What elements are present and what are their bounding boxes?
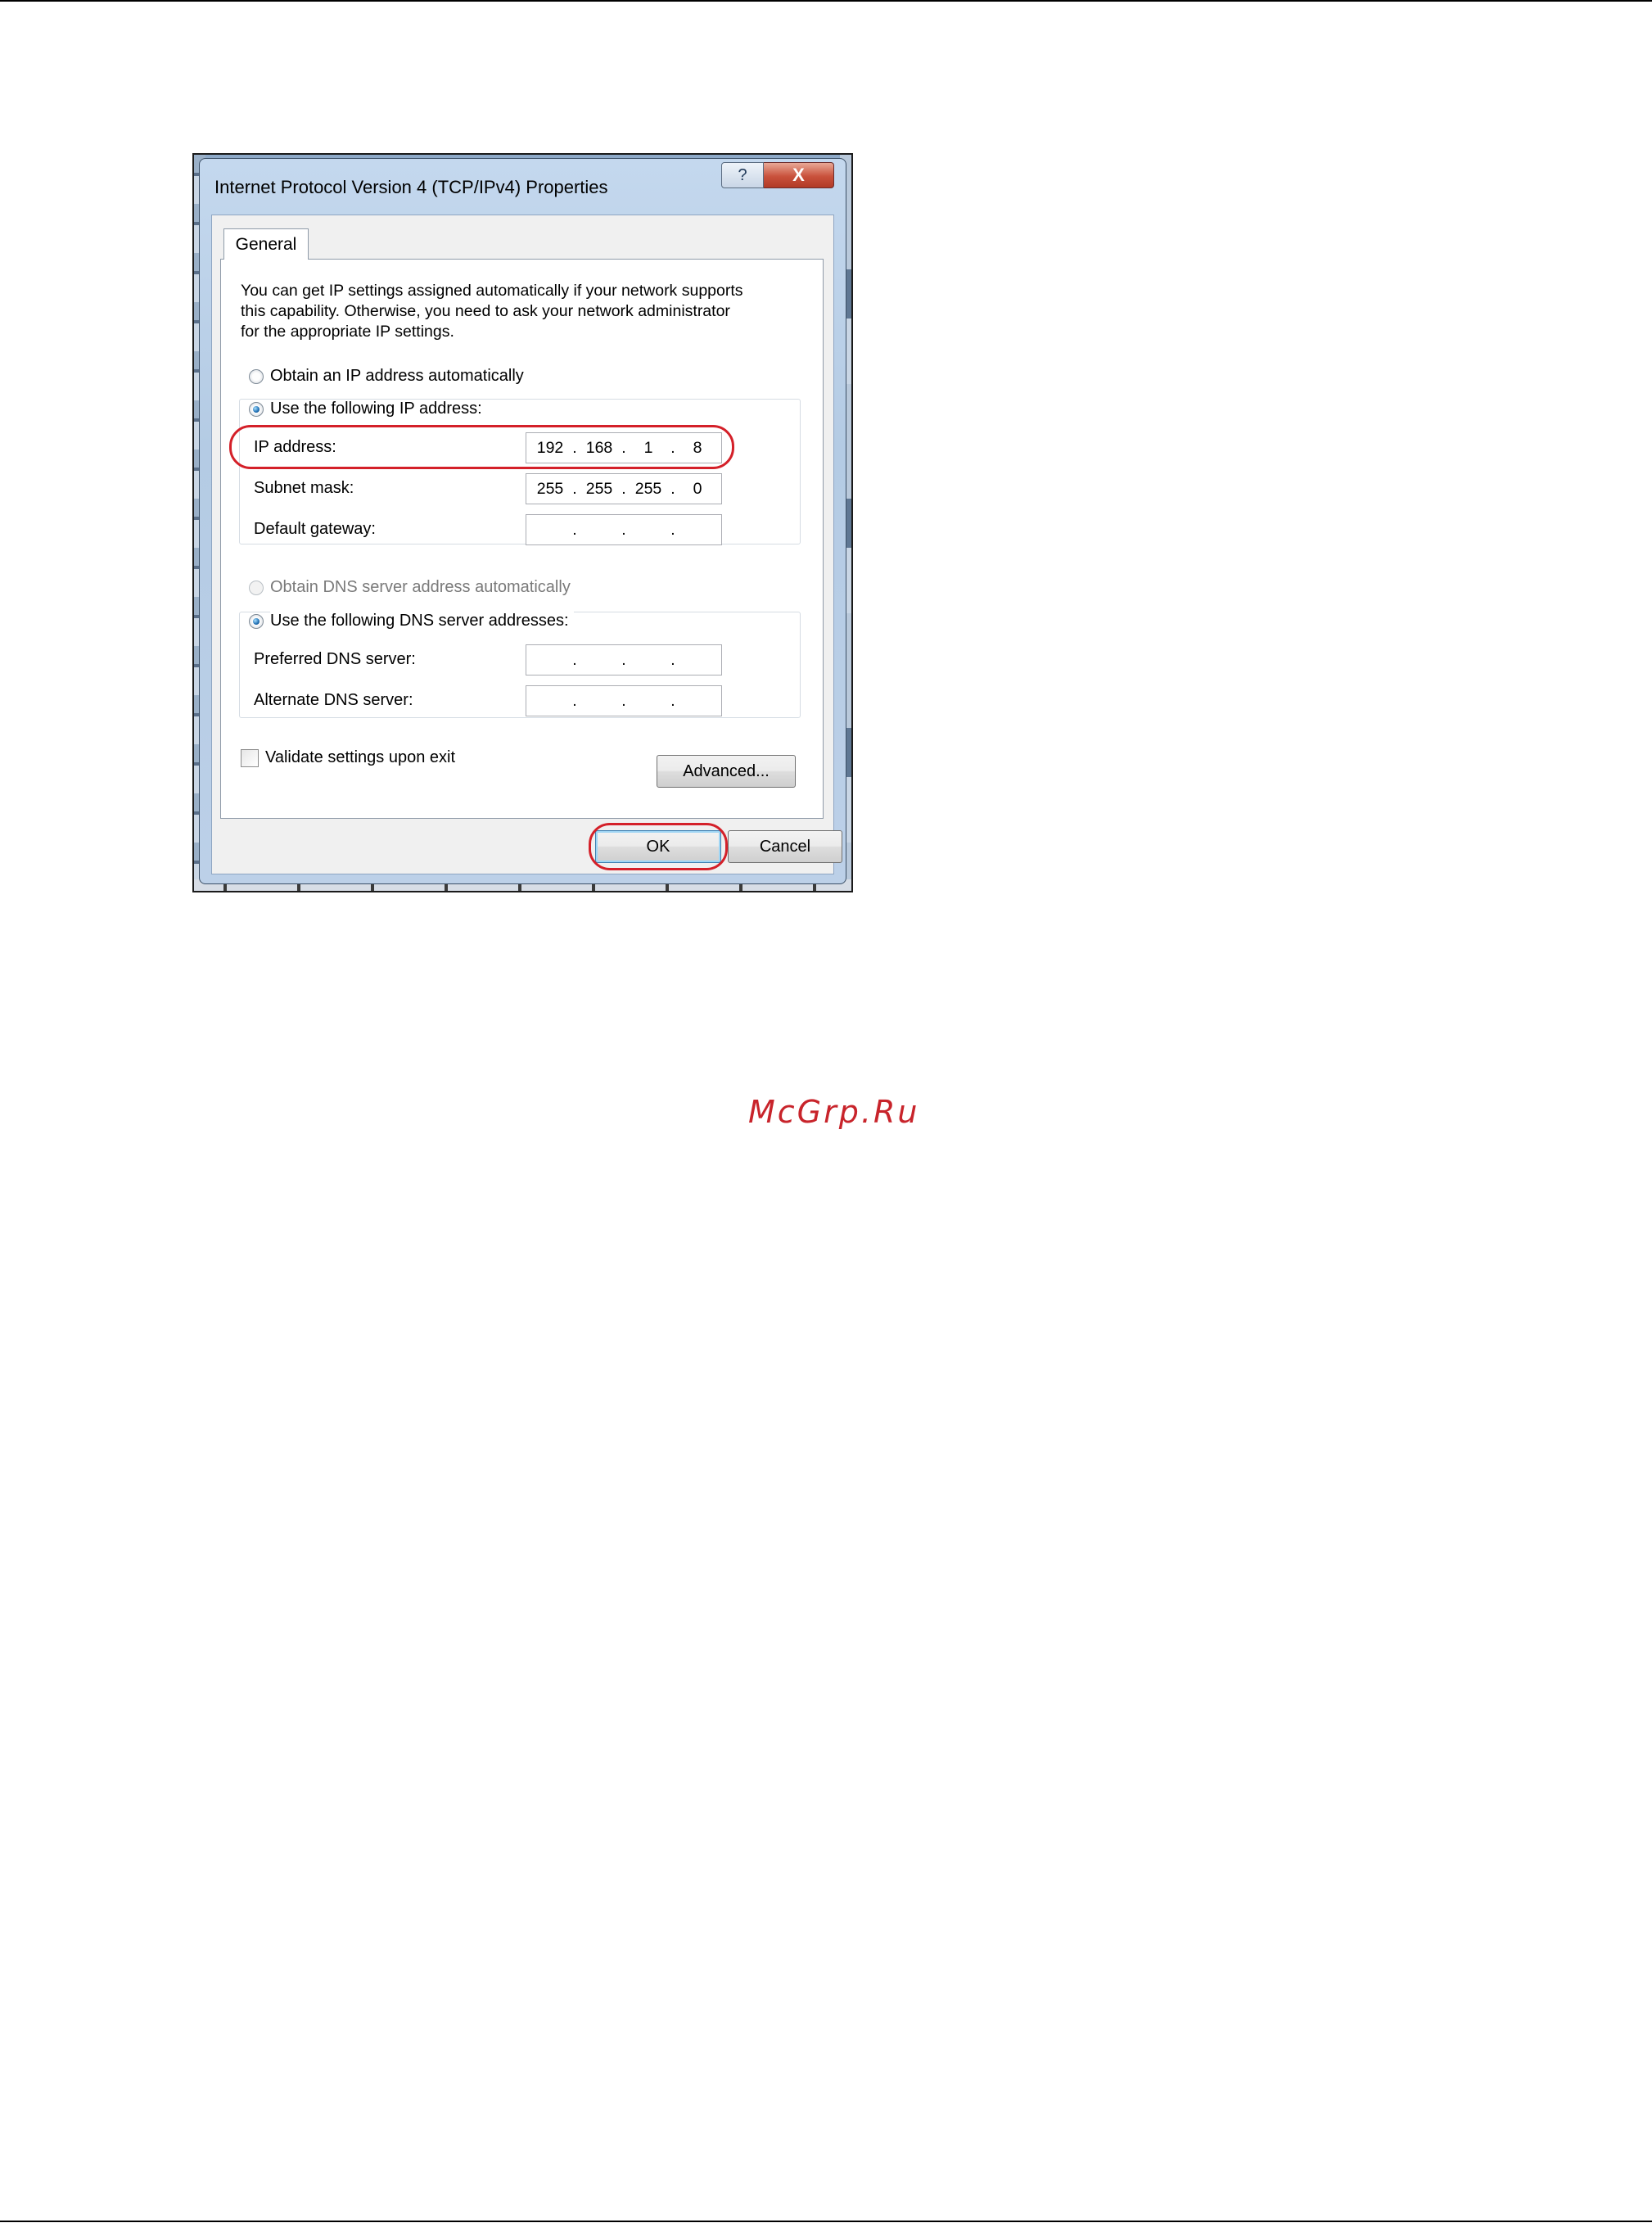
subnet-octet-1: 255 <box>536 479 564 498</box>
ip-octet-2: 168 <box>585 438 613 457</box>
preferred-dns-field[interactable]: . . . <box>526 644 722 675</box>
ip-address-label: IP address: <box>254 438 336 456</box>
dns-dot: . <box>572 650 577 669</box>
ip-manual-radio[interactable] <box>249 402 264 417</box>
dns-dot: . <box>621 691 626 710</box>
ip-auto-label[interactable]: Obtain an IP address automatically <box>270 367 524 386</box>
ip-manual-label[interactable]: Use the following IP address: <box>270 400 487 418</box>
ip-octet-1: 192 <box>536 438 564 457</box>
dns-dot: . <box>572 691 577 710</box>
dns-auto-radio[interactable] <box>249 581 264 595</box>
subnet-dot: . <box>621 479 626 498</box>
watermark-text: McGrp.Ru <box>748 1094 920 1130</box>
alternate-dns-label: Alternate DNS server: <box>254 691 413 709</box>
bottom-rule <box>0 2221 1652 2222</box>
dns-auto-label[interactable]: Obtain DNS server address automatically <box>270 578 571 597</box>
ip-octet-3: 1 <box>643 438 653 457</box>
validate-checkbox[interactable] <box>241 749 259 767</box>
close-icon[interactable]: X <box>764 162 834 188</box>
gateway-dot: . <box>621 520 626 539</box>
general-panel: You can get IP settings assigned automat… <box>220 259 824 819</box>
ip-octet-4: 8 <box>693 438 702 457</box>
default-gateway-field[interactable]: . . . <box>526 514 722 545</box>
subnet-mask-field[interactable]: 255 . 255 . 255 . 0 <box>526 473 722 504</box>
ip-dot: . <box>670 438 675 457</box>
dns-dot: . <box>621 650 626 669</box>
caption-buttons: ? X <box>721 162 834 188</box>
ip-auto-radio[interactable] <box>249 369 264 384</box>
validate-label[interactable]: Validate settings upon exit <box>265 748 455 767</box>
cancel-button[interactable]: Cancel <box>728 830 842 863</box>
dns-dot: . <box>670 691 675 710</box>
ip-dot: . <box>621 438 626 457</box>
dialog-title: Internet Protocol Version 4 (TCP/IPv4) P… <box>214 177 608 197</box>
preferred-dns-label: Preferred DNS server: <box>254 650 416 668</box>
screenshot-frame: Internet Protocol Version 4 (TCP/IPv4) P… <box>192 153 853 892</box>
dns-dot: . <box>670 650 675 669</box>
ip-address-field[interactable]: 192 . 168 . 1 . 8 <box>526 432 722 463</box>
subnet-octet-4: 0 <box>693 479 702 498</box>
alternate-dns-field[interactable]: . . . <box>526 685 722 716</box>
dns-manual-label[interactable]: Use the following DNS server addresses: <box>270 612 574 630</box>
default-gateway-label: Default gateway: <box>254 520 376 538</box>
tcpip-properties-dialog: Internet Protocol Version 4 (TCP/IPv4) P… <box>199 158 846 884</box>
ip-dot: . <box>572 438 577 457</box>
description-text: You can get IP settings assigned automat… <box>241 282 743 341</box>
subnet-mask-label: Subnet mask: <box>254 479 354 497</box>
ok-button[interactable]: OK <box>595 830 721 863</box>
dns-manual-radio[interactable] <box>249 614 264 629</box>
subnet-octet-2: 255 <box>585 479 613 498</box>
subnet-dot: . <box>572 479 577 498</box>
help-icon[interactable]: ? <box>721 162 764 188</box>
gateway-dot: . <box>572 520 577 539</box>
subnet-octet-3: 255 <box>634 479 662 498</box>
top-rule <box>0 0 1652 2</box>
tab-general[interactable]: General <box>223 228 309 260</box>
advanced-button[interactable]: Advanced... <box>657 755 796 788</box>
gateway-dot: . <box>670 520 675 539</box>
dialog-client-area: General You can get IP settings assigned… <box>211 215 842 874</box>
subnet-dot: . <box>670 479 675 498</box>
